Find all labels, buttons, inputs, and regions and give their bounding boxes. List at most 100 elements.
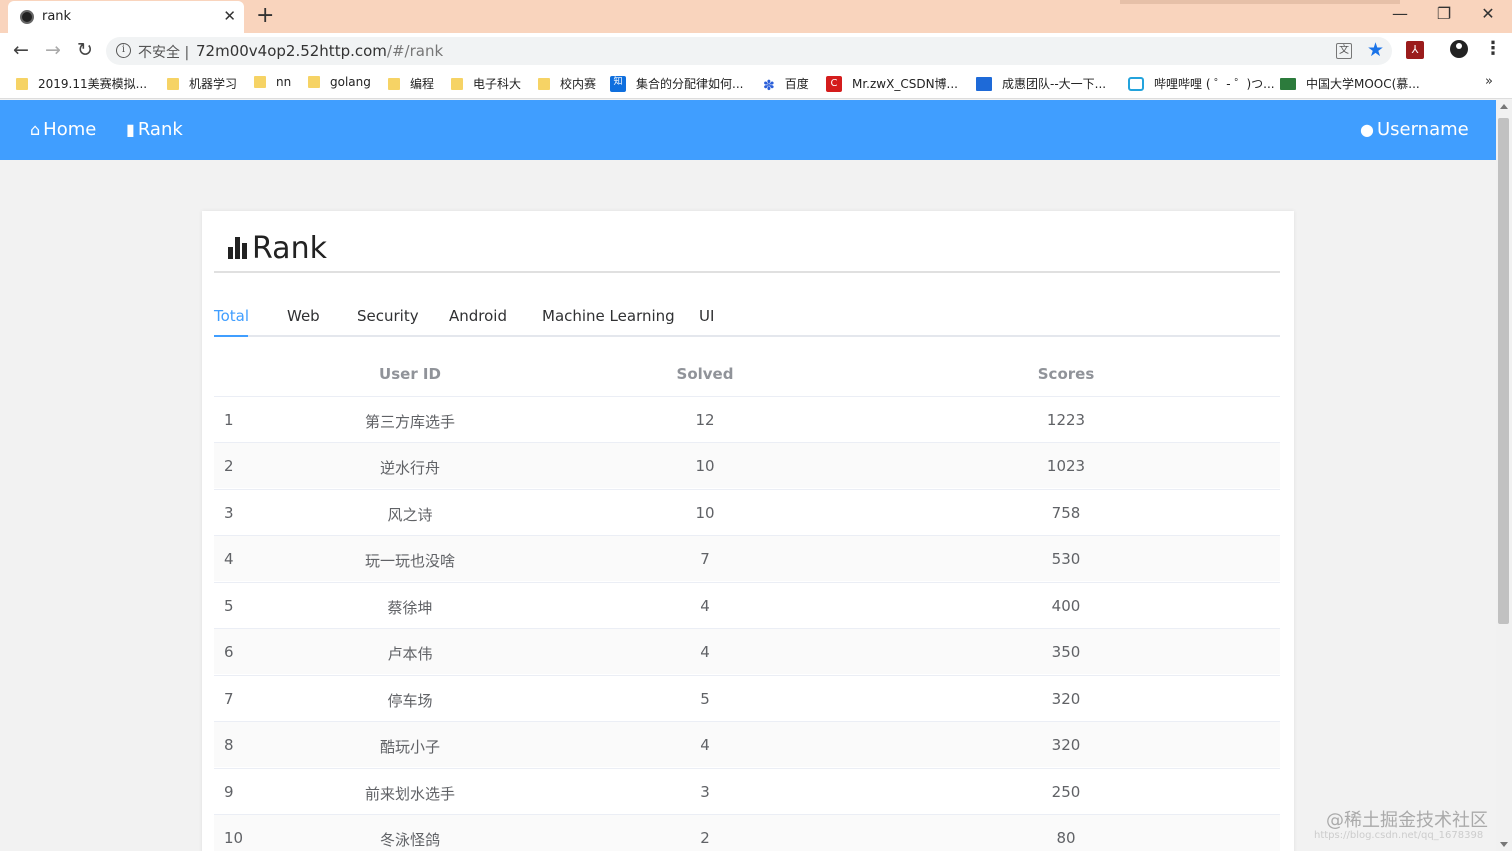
bookmark-item[interactable]: 校内赛 [538, 75, 596, 92]
folder-icon [16, 77, 28, 90]
bar-chart-icon: ▮ [126, 120, 135, 139]
nav-user[interactable]: ● Username [1360, 119, 1469, 140]
bookmark-item[interactable]: 哔哩哔哩 ( ゜- ゜)つ... [1128, 75, 1275, 92]
active-tab-indicator [214, 335, 248, 337]
bookmark-item[interactable]: 电子科大 [451, 75, 521, 92]
user-cell: 蔡徐坤 [387, 599, 433, 617]
column-header-solved[interactable]: Solved [677, 365, 734, 383]
watermark: @稀土掘金技术社区 [1326, 810, 1488, 831]
bar-chart-icon [228, 237, 249, 259]
bookmark-item[interactable]: 2019.11美赛模拟... [16, 75, 147, 92]
bookmark-item[interactable]: C Mr.zwX_CSDN博... [826, 75, 958, 92]
score-cell: 80 [1056, 829, 1076, 847]
column-header-scores[interactable]: Scores [1038, 365, 1095, 383]
rank-cell: 9 [224, 783, 234, 801]
window-shadow [1120, 0, 1400, 4]
forward-icon[interactable]: → [41, 39, 65, 61]
translate-icon[interactable]: 文 [1336, 43, 1352, 59]
bookmark-item[interactable]: 成惠团队--大一下... [976, 75, 1106, 92]
score-cell: 250 [1051, 783, 1081, 801]
score-cell: 400 [1051, 597, 1081, 615]
bookmark-star-icon[interactable]: ★ [1367, 39, 1384, 61]
reload-icon[interactable]: ↻ [73, 39, 97, 61]
user-cell: 前来划水选手 [364, 785, 456, 803]
bookmark-item[interactable]: 知集合的分配律如何... [610, 75, 743, 92]
column-header-user-id[interactable]: User ID [379, 365, 441, 383]
restore-icon[interactable]: ❐ [1424, 4, 1464, 23]
bookmark-item[interactable]: nn [254, 75, 291, 89]
address-bar[interactable]: i 不安全 | 72m00v4op2.52http.com/#/rank 文 ★ [106, 37, 1392, 65]
user-cell: 酷玩小子 [379, 738, 441, 756]
tab-total[interactable]: Total [214, 307, 249, 325]
csdn-icon: C [826, 75, 842, 92]
more-bookmarks-icon[interactable]: » [1485, 74, 1493, 89]
user-cell: 停车场 [387, 692, 433, 710]
solved-cell: 5 [700, 690, 710, 708]
solved-cell: 7 [700, 550, 710, 568]
user-cell: 卢本伟 [387, 645, 433, 663]
profile-icon[interactable] [1450, 40, 1468, 58]
tab-ui[interactable]: UI [699, 307, 714, 325]
table-row: 4 玩一玩也没啥 7 530 [214, 535, 1280, 581]
zhihu-icon: 知 [610, 75, 626, 92]
table-row: 2 逆水行舟 10 1023 [214, 442, 1280, 488]
category-tabs: Total Web Security Android Machine Learn… [214, 295, 1280, 337]
close-tab-icon[interactable]: ✕ [223, 7, 236, 25]
scroll-up-icon[interactable] [1500, 104, 1508, 109]
scroll-thumb[interactable] [1498, 118, 1509, 624]
card-header: Rank [214, 225, 1280, 273]
info-icon[interactable]: i [116, 43, 131, 58]
tab-machine-learning[interactable]: Machine Learning [542, 307, 675, 325]
table-row: 9 前来划水选手 3 250 [214, 768, 1280, 814]
tab-android[interactable]: Android [449, 307, 507, 325]
home-icon: ⌂ [30, 120, 41, 139]
bookmarks-bar: 2019.11美赛模拟... 机器学习 nn golang 编程 电子科大 校内… [0, 69, 1512, 99]
new-tab-icon[interactable]: + [256, 3, 274, 28]
back-icon[interactable]: ← [9, 39, 33, 61]
user-cell: 逆水行舟 [379, 459, 441, 477]
solved-cell: 10 [695, 457, 715, 475]
acrobat-extension-icon[interactable]: ⅄ [1406, 41, 1424, 59]
solved-cell: 4 [700, 643, 710, 661]
user-cell: 风之诗 [387, 506, 433, 524]
folder-icon [538, 77, 550, 90]
score-cell: 350 [1051, 643, 1081, 661]
rank-cell: 2 [224, 457, 234, 475]
doc-icon [976, 76, 992, 91]
bookmark-item[interactable]: golang [308, 75, 371, 89]
bookmark-item[interactable]: 机器学习 [167, 75, 237, 92]
score-cell: 530 [1051, 550, 1081, 568]
nav-rank[interactable]: ▮ Rank [126, 119, 183, 140]
bookmark-item[interactable]: ✽ 百度 [763, 75, 809, 94]
solved-cell: 2 [700, 829, 710, 847]
score-cell: 320 [1051, 690, 1081, 708]
folder-icon [308, 76, 320, 88]
mooc-icon [1280, 77, 1296, 90]
rank-cell: 1 [224, 411, 234, 429]
bookmark-item[interactable]: 中国大学MOOC(慕... [1280, 75, 1420, 92]
rank-cell: 7 [224, 690, 234, 708]
score-cell: 1223 [1046, 411, 1086, 429]
folder-icon [167, 77, 179, 90]
minimize-icon[interactable]: — [1380, 4, 1420, 23]
browser-tabstrip: rank ✕ + — ❐ ✕ [0, 0, 1512, 33]
user-icon: ● [1360, 120, 1374, 139]
close-window-icon[interactable]: ✕ [1468, 4, 1508, 23]
scroll-down-icon[interactable] [1500, 842, 1508, 847]
user-cell: 冬泳怪鸽 [379, 831, 441, 849]
solved-cell: 3 [700, 783, 710, 801]
tab-web[interactable]: Web [287, 307, 320, 325]
browser-menu-icon[interactable]: ⋮ [1484, 38, 1502, 59]
page-scrollbar[interactable] [1496, 100, 1512, 851]
rank-cell: 3 [224, 504, 234, 522]
solved-cell: 10 [695, 504, 715, 522]
url-text[interactable]: 72m00v4op2.52http.com/#/rank [196, 42, 443, 60]
tab-security[interactable]: Security [357, 307, 419, 325]
browser-tab[interactable]: rank ✕ [8, 1, 244, 33]
rank-cell: 10 [224, 829, 244, 847]
table-row: 7 停车场 5 320 [214, 675, 1280, 721]
folder-icon [254, 76, 266, 88]
nav-home[interactable]: ⌂ Home [30, 119, 96, 140]
bookmark-item[interactable]: 编程 [388, 75, 434, 92]
table-row: 1 第三方库选手 12 1223 [214, 396, 1280, 442]
